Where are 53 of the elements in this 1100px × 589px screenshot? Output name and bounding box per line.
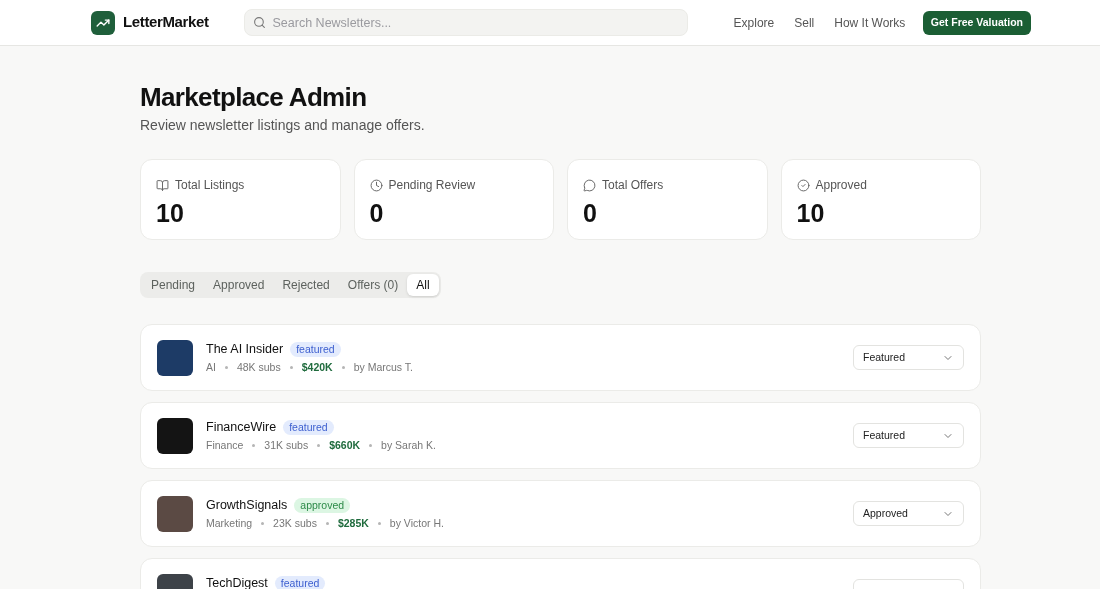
stat-label: Total Listings	[175, 177, 245, 194]
listing-category: Marketing	[206, 516, 253, 531]
listing-category: AI	[206, 360, 216, 375]
nav-link[interactable]: Explore	[733, 13, 775, 32]
listing-price: $285K	[337, 516, 369, 531]
stat-value: 10	[156, 198, 185, 229]
filter-tab[interactable]: Pending	[142, 274, 205, 296]
photo-placeholder	[157, 495, 193, 532]
status-badge: featured	[290, 341, 341, 357]
filter-tab[interactable]: All	[407, 274, 439, 296]
listing-price: $420K	[301, 360, 333, 375]
stat-label: Pending Review	[388, 177, 476, 194]
stat-label: Total Offers	[602, 177, 664, 194]
photo-placeholder	[157, 417, 193, 454]
filter-tab[interactable]: Offers (0)	[338, 274, 408, 296]
status-select[interactable]: Approved	[853, 501, 964, 526]
valuation-button[interactable]: Get Free Valuation	[922, 10, 1031, 35]
status-select[interactable]: Featured	[853, 345, 964, 370]
listing-name: GrowthSignals	[206, 497, 288, 513]
chart-logo-icon	[91, 10, 115, 35]
status-badge: featured	[283, 419, 334, 435]
brand-name[interactable]: LetterMarket	[123, 11, 209, 34]
nav-link[interactable]: How It Works	[834, 13, 906, 32]
listing-name: TechDigest	[206, 575, 268, 589]
clock-icon	[369, 178, 383, 192]
filter-tab[interactable]: Rejected	[273, 274, 339, 296]
search-field[interactable]: Search Newsletters...	[243, 9, 688, 36]
page-subtitle: Review newsletter listings and manage offers.	[140, 116, 426, 135]
stat-value: 0	[583, 198, 598, 229]
listing-price: $660K	[329, 438, 361, 453]
page-title: Marketplace Admin	[140, 81, 368, 113]
status-select[interactable]: Featured	[853, 423, 964, 448]
listing-author: by Marcus T.	[353, 360, 413, 375]
stat-label: Approved	[815, 177, 867, 194]
speech-bubble-icon	[583, 178, 596, 192]
filter-tab[interactable]: Approved	[204, 274, 274, 296]
listing-name: FinanceWire	[206, 419, 277, 435]
listing-author: by Sarah K.	[381, 438, 436, 453]
search-icon	[252, 16, 266, 29]
listing-name: The AI Insider	[206, 341, 284, 357]
status-badge: featured	[274, 575, 326, 589]
stat-value: 10	[796, 198, 826, 229]
subscriber-count: 23K subs	[273, 516, 317, 531]
stat-value: 0	[369, 198, 385, 229]
subscriber-count: 48K subs	[236, 360, 281, 375]
check-circle-icon	[796, 178, 810, 192]
status-badge: approved	[294, 497, 351, 513]
subscriber-count: 31K subs	[264, 438, 309, 453]
listing-author: by Victor H.	[389, 516, 444, 531]
photo-placeholder	[157, 339, 193, 376]
book-icon	[156, 178, 169, 192]
listing-category: Finance	[206, 438, 244, 453]
nav-link[interactable]: Sell	[794, 13, 815, 32]
